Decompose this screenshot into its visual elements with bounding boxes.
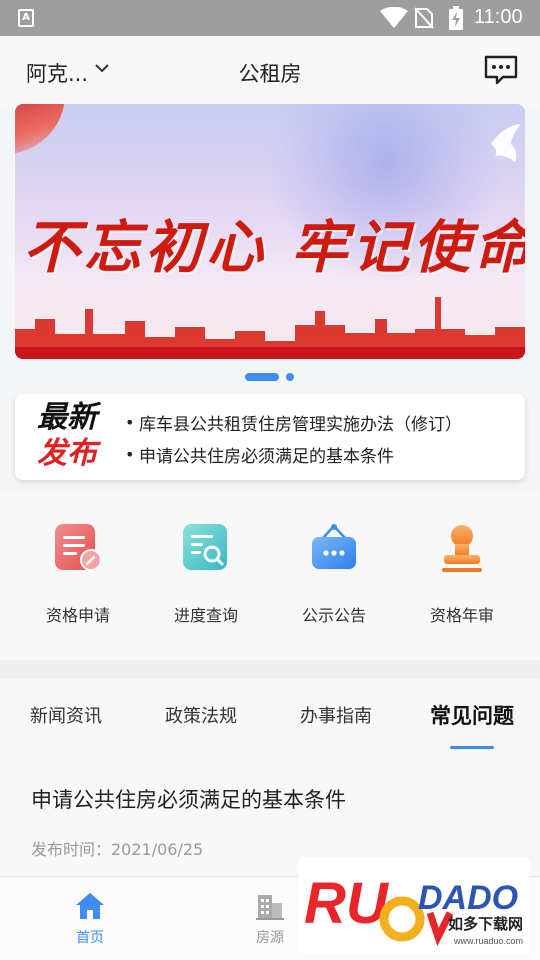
tab-faq[interactable]: 常见问题	[430, 700, 514, 730]
feature-grid: 资格申请 进度查询 公示公告 资格年审	[0, 494, 540, 660]
news-item-text: 库车县公共租赁住房管理实施办法（修订）	[139, 414, 462, 435]
app-header: 阿克... 公租房	[0, 36, 540, 106]
latest-release-badge: 最新 发布	[37, 400, 97, 472]
svg-text:www.ruaduo.com: www.ruaduo.com	[453, 936, 523, 946]
seal-stamp-icon	[442, 525, 482, 572]
banner-flag	[15, 104, 65, 154]
svg-text:如多下载网: 如多下载网	[448, 915, 523, 933]
page-title: 公租房	[238, 62, 302, 86]
progress-search-icon	[183, 524, 227, 570]
message-icon[interactable]	[483, 54, 519, 86]
no-sim-icon	[414, 7, 434, 29]
tab-news[interactable]: 新闻资讯	[30, 702, 102, 728]
section-divider	[0, 660, 540, 678]
bullet-icon: •	[125, 444, 135, 464]
feature-label: 公示公告	[301, 606, 366, 625]
feature-annual-review[interactable]: 资格年审	[397, 522, 527, 626]
feature-qualification-apply[interactable]: 资格申请	[13, 522, 143, 626]
battery-charging-icon	[449, 6, 463, 30]
tab-guide[interactable]: 办事指南	[300, 702, 372, 728]
feature-label: 进度查询	[173, 606, 238, 625]
clock: 11:00	[474, 6, 523, 28]
badge-line-2: 发布	[37, 436, 97, 471]
nav-home[interactable]: 首页	[50, 891, 130, 947]
latest-news-card: 最新 发布 • 库车县公共租赁住房管理实施办法（修订） • 申请公共住房必须满足…	[15, 394, 525, 480]
banner-skyline	[15, 297, 525, 359]
news-item-text: 申请公共住房必须满足的基本条件	[139, 446, 394, 467]
watermark-logo: RU DADO 如多下载网 www.ruaduo.com	[298, 857, 530, 954]
dove-icon	[491, 124, 521, 162]
home-icon	[76, 893, 104, 919]
tab-policy[interactable]: 政策法规	[165, 702, 237, 728]
badge-line-1: 最新	[37, 400, 97, 435]
application-form-icon	[55, 524, 102, 571]
article-title: 申请公共住房必须满足的基本条件	[31, 788, 346, 812]
bullet-icon: •	[125, 412, 135, 432]
article-date: 发布时间：2021/06/25	[31, 840, 204, 859]
status-bar: A 11:00	[0, 0, 540, 36]
carousel-dot[interactable]	[286, 373, 294, 381]
banner-slogan: 不忘初心 牢记使命	[23, 214, 525, 281]
wifi-icon	[380, 7, 408, 28]
feature-progress-query[interactable]: 进度查询	[141, 522, 271, 626]
feature-label: 资格年审	[429, 606, 494, 625]
svg-text:RU: RU	[304, 871, 390, 936]
carousel-dot-active[interactable]	[245, 373, 279, 381]
active-tab-indicator	[450, 746, 494, 749]
carousel-indicator	[0, 371, 540, 381]
building-icon	[256, 895, 284, 920]
feature-public-notice[interactable]: 公示公告	[269, 522, 399, 626]
svg-text:DADO: DADO	[418, 879, 518, 917]
news-category-tabs: 新闻资讯 政策法规 办事指南 常见问题	[0, 678, 540, 756]
notice-board-icon	[312, 524, 356, 569]
sim-card-icon: A	[18, 9, 34, 27]
banner-carousel[interactable]: 不忘初心 牢记使命	[15, 104, 525, 359]
news-item[interactable]: • 申请公共住房必须满足的基本条件	[125, 438, 462, 470]
nav-label: 首页	[76, 930, 104, 946]
feature-label: 资格申请	[45, 606, 110, 625]
news-item[interactable]: • 库车县公共租赁住房管理实施办法（修订）	[125, 406, 462, 438]
news-list: • 库车县公共租赁住房管理实施办法（修订） • 申请公共住房必须满足的基本条件	[125, 406, 462, 470]
